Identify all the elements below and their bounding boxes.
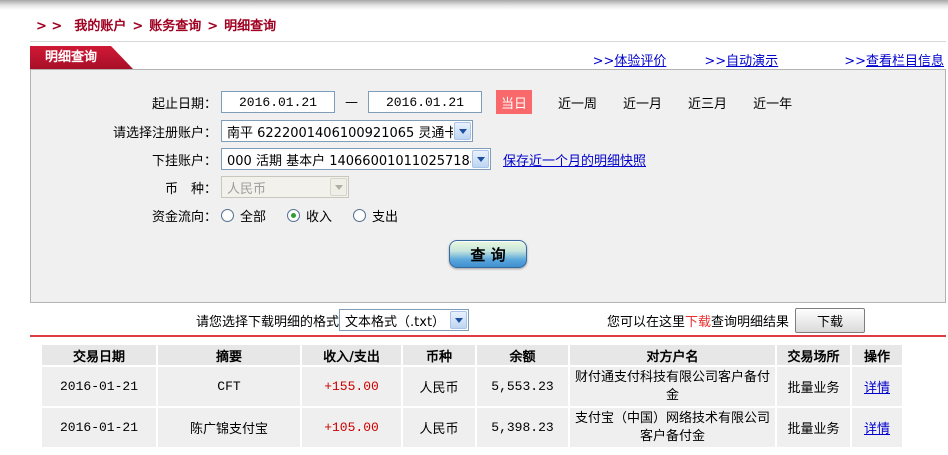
- flow-option-income[interactable]: 收入: [287, 206, 332, 225]
- fund-flow-radios: 全部 收入 支出: [221, 206, 398, 225]
- breadcrumb-item-detail-query[interactable]: 明细查询: [224, 19, 276, 34]
- radio-icon[interactable]: [353, 209, 366, 222]
- radio-checked-icon[interactable]: [287, 209, 300, 222]
- download-button[interactable]: 下载: [795, 308, 865, 333]
- cell-currency: 人民币: [403, 408, 475, 447]
- breadcrumb-item-my-account[interactable]: 我的账户: [74, 19, 126, 34]
- auto-demo-link[interactable]: >>自动演示: [704, 50, 778, 69]
- download-row: 请您选择下载明细的格式 文本格式（.txt） 您可以在这里下载查询明细结果 下载: [30, 307, 946, 333]
- flow-option-expense-label: 支出: [372, 206, 398, 225]
- breadcrumb-separator: >: [201, 19, 224, 34]
- table-row: 2016-01-21 陈广锦支付宝 +105.00 人民币 5,398.23 支…: [42, 408, 902, 447]
- cell-counterparty: 财付通支付科技有限公司客户备付金: [570, 367, 775, 406]
- sub-account-row: 下挂账户： 000 活期 基本户 1406600101102571848 保存近…: [31, 148, 945, 170]
- currency-label: 币 种：: [31, 178, 217, 197]
- chevron-down-icon[interactable]: [454, 122, 471, 140]
- experience-review-link[interactable]: >>体验评价: [593, 50, 667, 69]
- quick-range-today-badge[interactable]: 当日: [496, 90, 532, 114]
- query-button[interactable]: 查 询: [449, 240, 527, 268]
- cell-counterparty: 支付宝（中国）网络技术有限公司客户备付金: [570, 408, 775, 447]
- radio-icon[interactable]: [221, 209, 234, 222]
- chevron-down-icon: [330, 178, 347, 196]
- query-button-row: 查 询: [31, 240, 945, 268]
- page: > >我的账户>账务查询>明细查询 明细查询 >>体验评价 >>自动演示 >>查…: [0, 0, 948, 455]
- cell-currency: 人民币: [403, 367, 475, 406]
- breadcrumb-prefix: > >: [36, 19, 62, 34]
- sub-account-label: 下挂账户：: [31, 150, 217, 169]
- breadcrumb: > >我的账户>账务查询>明细查询: [36, 15, 948, 34]
- cell-amount: +155.00: [302, 367, 401, 406]
- col-summary: 摘要: [158, 345, 300, 365]
- cell-balance: 5,398.23: [477, 408, 568, 447]
- currency-select-disabled: 人民币: [221, 176, 349, 198]
- detail-link[interactable]: 详情: [864, 422, 890, 437]
- chevron-down-icon[interactable]: [472, 150, 489, 168]
- download-format-select[interactable]: 文本格式（.txt）: [339, 309, 469, 331]
- tab-detail-query[interactable]: 明细查询: [30, 46, 133, 69]
- flow-option-income-label: 收入: [306, 206, 332, 225]
- registered-account-select[interactable]: 南平 6222001406100921065 灵通卡: [221, 120, 473, 142]
- date-range-dash: —: [345, 95, 358, 110]
- date-range-label: 起止日期：: [31, 93, 217, 112]
- view-column-info-link[interactable]: >>查看栏目信息: [844, 50, 944, 69]
- sub-account-select[interactable]: 000 活期 基本户 1406600101102571848: [221, 148, 491, 170]
- fund-flow-label: 资金流向：: [31, 206, 217, 225]
- breadcrumb-separator: >: [126, 19, 149, 34]
- currency-value: 人民币: [227, 178, 329, 197]
- registered-account-row: 请选择注册账户： 南平 6222001406100921065 灵通卡: [31, 120, 945, 142]
- date-range-row: 起止日期： — 当日 近一周 近一月 近三月 近一年: [31, 90, 945, 114]
- cell-balance: 5,553.23: [477, 367, 568, 406]
- col-currency: 币种: [403, 345, 475, 365]
- col-action: 操作: [852, 345, 902, 365]
- tab-bar: 明细查询 >>体验评价 >>自动演示 >>查看栏目信息: [30, 46, 946, 69]
- quick-range-last-quarter[interactable]: 近三月: [688, 93, 727, 112]
- chevron-down-icon[interactable]: [450, 311, 467, 329]
- save-monthly-snapshot-link[interactable]: 保存近一个月的明细快照: [503, 150, 646, 169]
- detail-link[interactable]: 详情: [864, 381, 890, 396]
- flow-option-expense[interactable]: 支出: [353, 206, 398, 225]
- sub-account-value: 000 活期 基本户 1406600101102571848: [227, 150, 471, 169]
- quick-range-last-week[interactable]: 近一周: [558, 93, 597, 112]
- flow-option-all[interactable]: 全部: [221, 206, 266, 225]
- cell-place: 批量业务: [777, 408, 850, 447]
- header-links: >>体验评价 >>自动演示 >>查看栏目信息: [593, 50, 944, 69]
- breadcrumb-item-account-query[interactable]: 账务查询: [149, 19, 201, 34]
- top-shade-divider: [0, 0, 948, 10]
- flow-option-all-label: 全部: [240, 206, 266, 225]
- quick-range-last-month[interactable]: 近一月: [623, 93, 662, 112]
- download-inline-link[interactable]: 下载: [685, 315, 711, 330]
- download-format-label: 请您选择下载明细的格式: [30, 311, 339, 330]
- transaction-table: 交易日期 摘要 收入/支出 币种 余额 对方户名 交易场所 操作 2016-01…: [40, 343, 904, 449]
- registered-account-value: 南平 6222001406100921065 灵通卡: [227, 122, 453, 141]
- date-from-input[interactable]: [221, 91, 335, 113]
- fund-flow-row: 资金流向： 全部 收入 支出: [31, 204, 945, 226]
- table-row: 2016-01-21 CFT +155.00 人民币 5,553.23 财付通支…: [42, 367, 902, 406]
- cell-amount: +105.00: [302, 408, 401, 447]
- cell-date: 2016-01-21: [42, 367, 156, 406]
- quick-range-last-year[interactable]: 近一年: [753, 93, 792, 112]
- cell-date: 2016-01-21: [42, 408, 156, 447]
- breadcrumb-divider: [30, 41, 946, 42]
- col-income-expense: 收入/支出: [302, 345, 401, 365]
- date-to-input[interactable]: [368, 91, 482, 113]
- col-counterparty: 对方户名: [570, 345, 775, 365]
- currency-row: 币 种： 人民币: [31, 176, 945, 198]
- table-header-row: 交易日期 摘要 收入/支出 币种 余额 对方户名 交易场所 操作: [42, 345, 902, 365]
- col-place: 交易场所: [777, 345, 850, 365]
- cell-place: 批量业务: [777, 367, 850, 406]
- download-hint: 您可以在这里下载查询明细结果: [607, 311, 789, 330]
- col-trade-date: 交易日期: [42, 345, 156, 365]
- registered-account-label: 请选择注册账户：: [31, 122, 217, 141]
- cell-summary: 陈广锦支付宝: [158, 408, 300, 447]
- col-balance: 余额: [477, 345, 568, 365]
- query-form-panel: 起止日期： — 当日 近一周 近一月 近三月 近一年 请选择注册账户： 南平 6…: [30, 69, 946, 303]
- cell-summary: CFT: [158, 367, 300, 406]
- red-divider: [30, 335, 946, 337]
- download-format-value: 文本格式（.txt）: [345, 311, 449, 330]
